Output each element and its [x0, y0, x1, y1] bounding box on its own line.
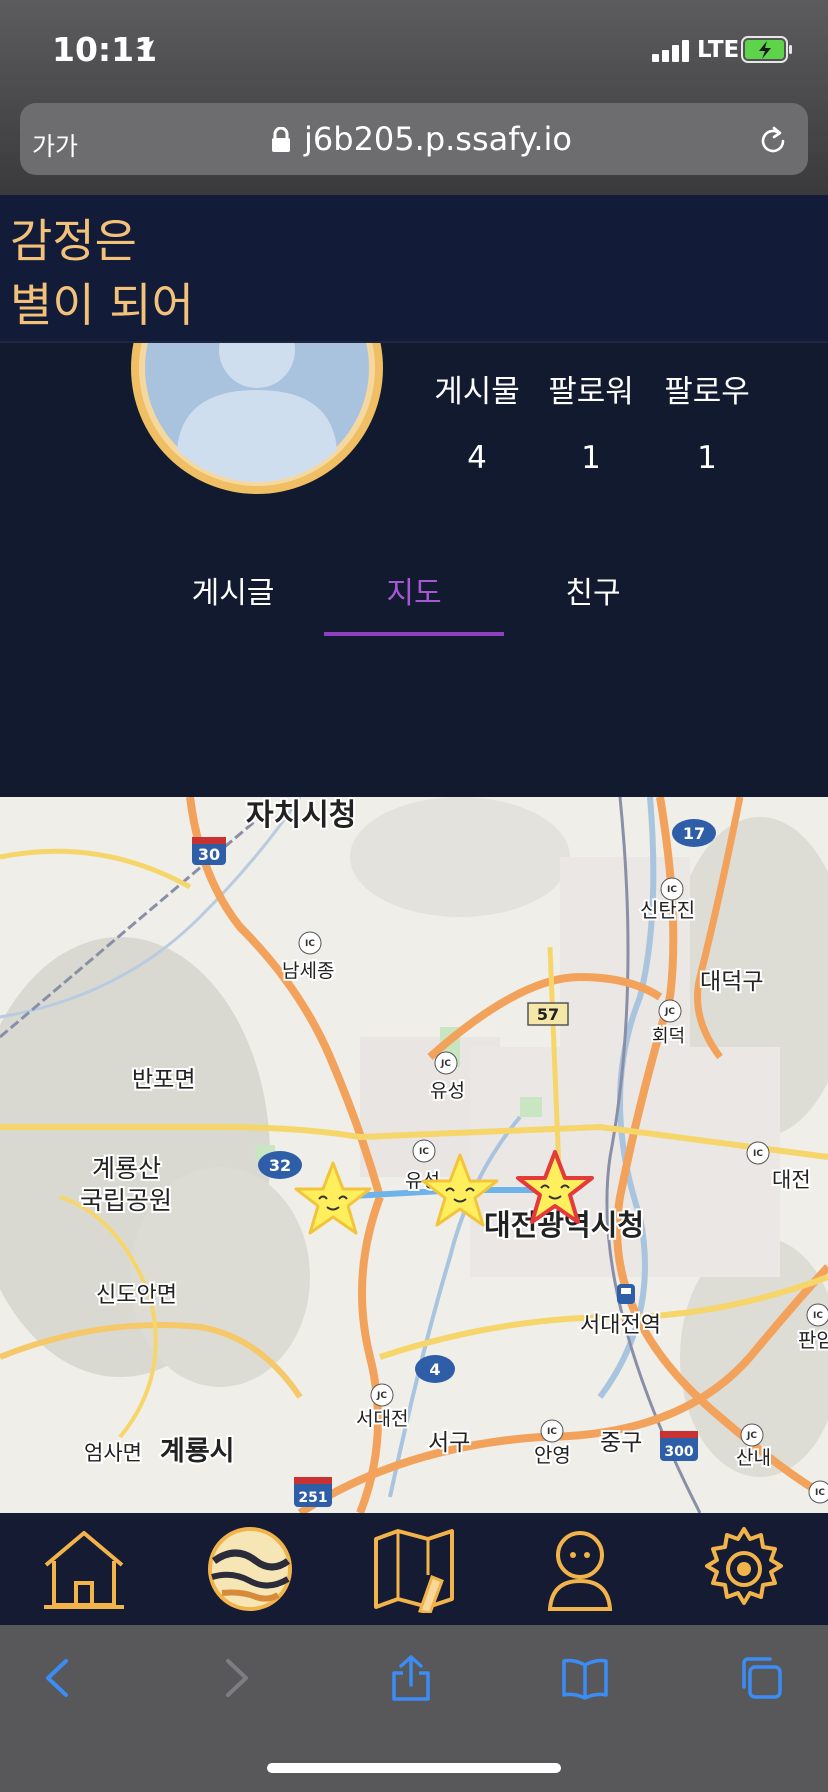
- map-label-junggu: 중구: [600, 1430, 642, 1456]
- junction-marker: JC: [658, 999, 682, 1023]
- map-label-sannae: 산내: [736, 1447, 771, 1469]
- svg-text:30: 30: [198, 845, 220, 864]
- svg-text:JC: JC: [440, 1059, 451, 1069]
- planet-icon[interactable]: [206, 1525, 294, 1613]
- app-title-line1: 감정은: [10, 214, 137, 268]
- svg-text:IC: IC: [813, 1311, 823, 1321]
- interchange-marker: IC: [298, 931, 322, 955]
- interchange-marker: IC: [540, 1419, 564, 1443]
- svg-text:IC: IC: [419, 1147, 429, 1157]
- url-text[interactable]: j6b205.p.ssafy.io: [304, 120, 572, 158]
- bookmarks-icon[interactable]: [560, 1653, 610, 1703]
- svg-text:JC: JC: [664, 1007, 675, 1017]
- route-shield-17: 17: [672, 819, 716, 847]
- map-view[interactable]: 자치시청 신탄진 대덕구 회덕 남세종 유성 반포면 계룡산 국립공원 유성 대…: [0, 797, 828, 1513]
- svg-text:17: 17: [683, 824, 705, 843]
- svg-text:32: 32: [269, 1156, 291, 1175]
- map-label-yuseong: 유성: [430, 1080, 465, 1102]
- tab-friends[interactable]: 친구: [503, 568, 683, 612]
- stat-posts-value[interactable]: 4: [417, 440, 537, 476]
- reload-icon[interactable]: [757, 125, 789, 157]
- map-label-daedeokgu: 대덕구: [700, 969, 763, 995]
- svg-text:IC: IC: [305, 939, 315, 949]
- route-shield-4: 4: [415, 1355, 455, 1383]
- home-indicator: [267, 1763, 561, 1773]
- network-label: LTE: [697, 37, 740, 63]
- interchange-marker: IC: [746, 1141, 770, 1165]
- app-header: 감정은 별이 되어: [0, 195, 828, 343]
- location-arrow-icon: [136, 40, 154, 58]
- stat-followers-label: 팔로워: [548, 374, 634, 410]
- route-shield-30: 30: [192, 837, 226, 865]
- battery-icon: [741, 36, 792, 63]
- signal-icon: [652, 40, 689, 62]
- map-label-eomsa: 엄사면: [84, 1441, 142, 1465]
- svg-text:251: 251: [298, 1490, 327, 1506]
- map-pencil-icon[interactable]: [370, 1525, 458, 1613]
- map-label-gyeryongsan: 계룡산: [92, 1154, 161, 1183]
- map-label-sejong-hall: 자치시청: [246, 798, 356, 833]
- gear-icon[interactable]: [700, 1525, 788, 1613]
- stat-following-label: 팔로우: [664, 374, 750, 410]
- interchange-marker: IC: [412, 1139, 436, 1163]
- svg-text:IC: IC: [667, 885, 677, 895]
- interchange-marker: IC: [660, 877, 684, 901]
- svg-text:JC: JC: [376, 1391, 387, 1401]
- back-icon[interactable]: [34, 1653, 84, 1703]
- svg-text:57: 57: [537, 1005, 559, 1024]
- app-title-line2: 별이 되어: [10, 278, 194, 332]
- stat-following-value[interactable]: 1: [647, 440, 767, 476]
- stat-posts-label: 게시물: [434, 374, 520, 410]
- map-label-hoedeok: 회덕: [652, 1026, 685, 1047]
- map-label-national-park: 국립공원: [80, 1186, 172, 1215]
- svg-text:IC: IC: [753, 1149, 763, 1159]
- map-label-banpo: 반포면: [132, 1067, 195, 1093]
- route-shield-32: 32: [258, 1151, 302, 1179]
- map-label-namsejong: 남세종: [282, 960, 334, 982]
- lock-icon: [272, 127, 290, 152]
- junction-marker: JC: [740, 1423, 764, 1447]
- junction-marker: JC: [370, 1383, 394, 1407]
- stat-followers-value[interactable]: 1: [531, 440, 651, 476]
- map-label-gyeryongsi: 계룡시: [160, 1436, 235, 1467]
- active-tab-indicator: [324, 632, 504, 636]
- map-label-panam: 판암: [798, 1328, 828, 1352]
- tab-posts[interactable]: 게시글: [143, 568, 323, 612]
- svg-text:IC: IC: [547, 1427, 557, 1437]
- map-label-anyeong: 안영: [534, 1443, 571, 1467]
- interchange-marker: IC: [806, 1303, 828, 1327]
- junction-marker: JC: [434, 1051, 458, 1075]
- svg-text:IC: IC: [815, 1488, 825, 1498]
- interchange-marker: IC: [808, 1480, 828, 1504]
- route-shield-300: 300: [660, 1431, 698, 1461]
- route-shield-251: 251: [294, 1477, 332, 1507]
- svg-text:JC: JC: [746, 1431, 757, 1441]
- svg-text:4: 4: [429, 1360, 440, 1379]
- svg-text:300: 300: [664, 1444, 693, 1460]
- route-shield-57: 57: [527, 1002, 569, 1026]
- map-label-sindoan: 신도안면: [96, 1283, 177, 1308]
- home-icon[interactable]: [40, 1525, 128, 1613]
- map-canvas[interactable]: 자치시청 신탄진 대덕구 회덕 남세종 유성 반포면 계룡산 국립공원 유성 대…: [0, 797, 828, 1513]
- map-label-seogu: 서구: [428, 1430, 470, 1456]
- map-label-daejeon-right: 대전: [772, 1168, 811, 1192]
- map-label-seodaejeon-station: 서대전역: [580, 1313, 661, 1338]
- share-icon[interactable]: [386, 1653, 436, 1703]
- tab-map[interactable]: 지도: [324, 568, 504, 612]
- map-label-sintanjin: 신탄진: [640, 898, 695, 922]
- train-station-icon: [617, 1284, 635, 1304]
- person-icon[interactable]: [536, 1525, 624, 1613]
- tabs-icon[interactable]: [736, 1653, 786, 1703]
- forward-icon[interactable]: [210, 1653, 260, 1703]
- map-label-seodaejeon: 서대전: [356, 1408, 408, 1430]
- text-size-button[interactable]: 가가: [32, 127, 78, 163]
